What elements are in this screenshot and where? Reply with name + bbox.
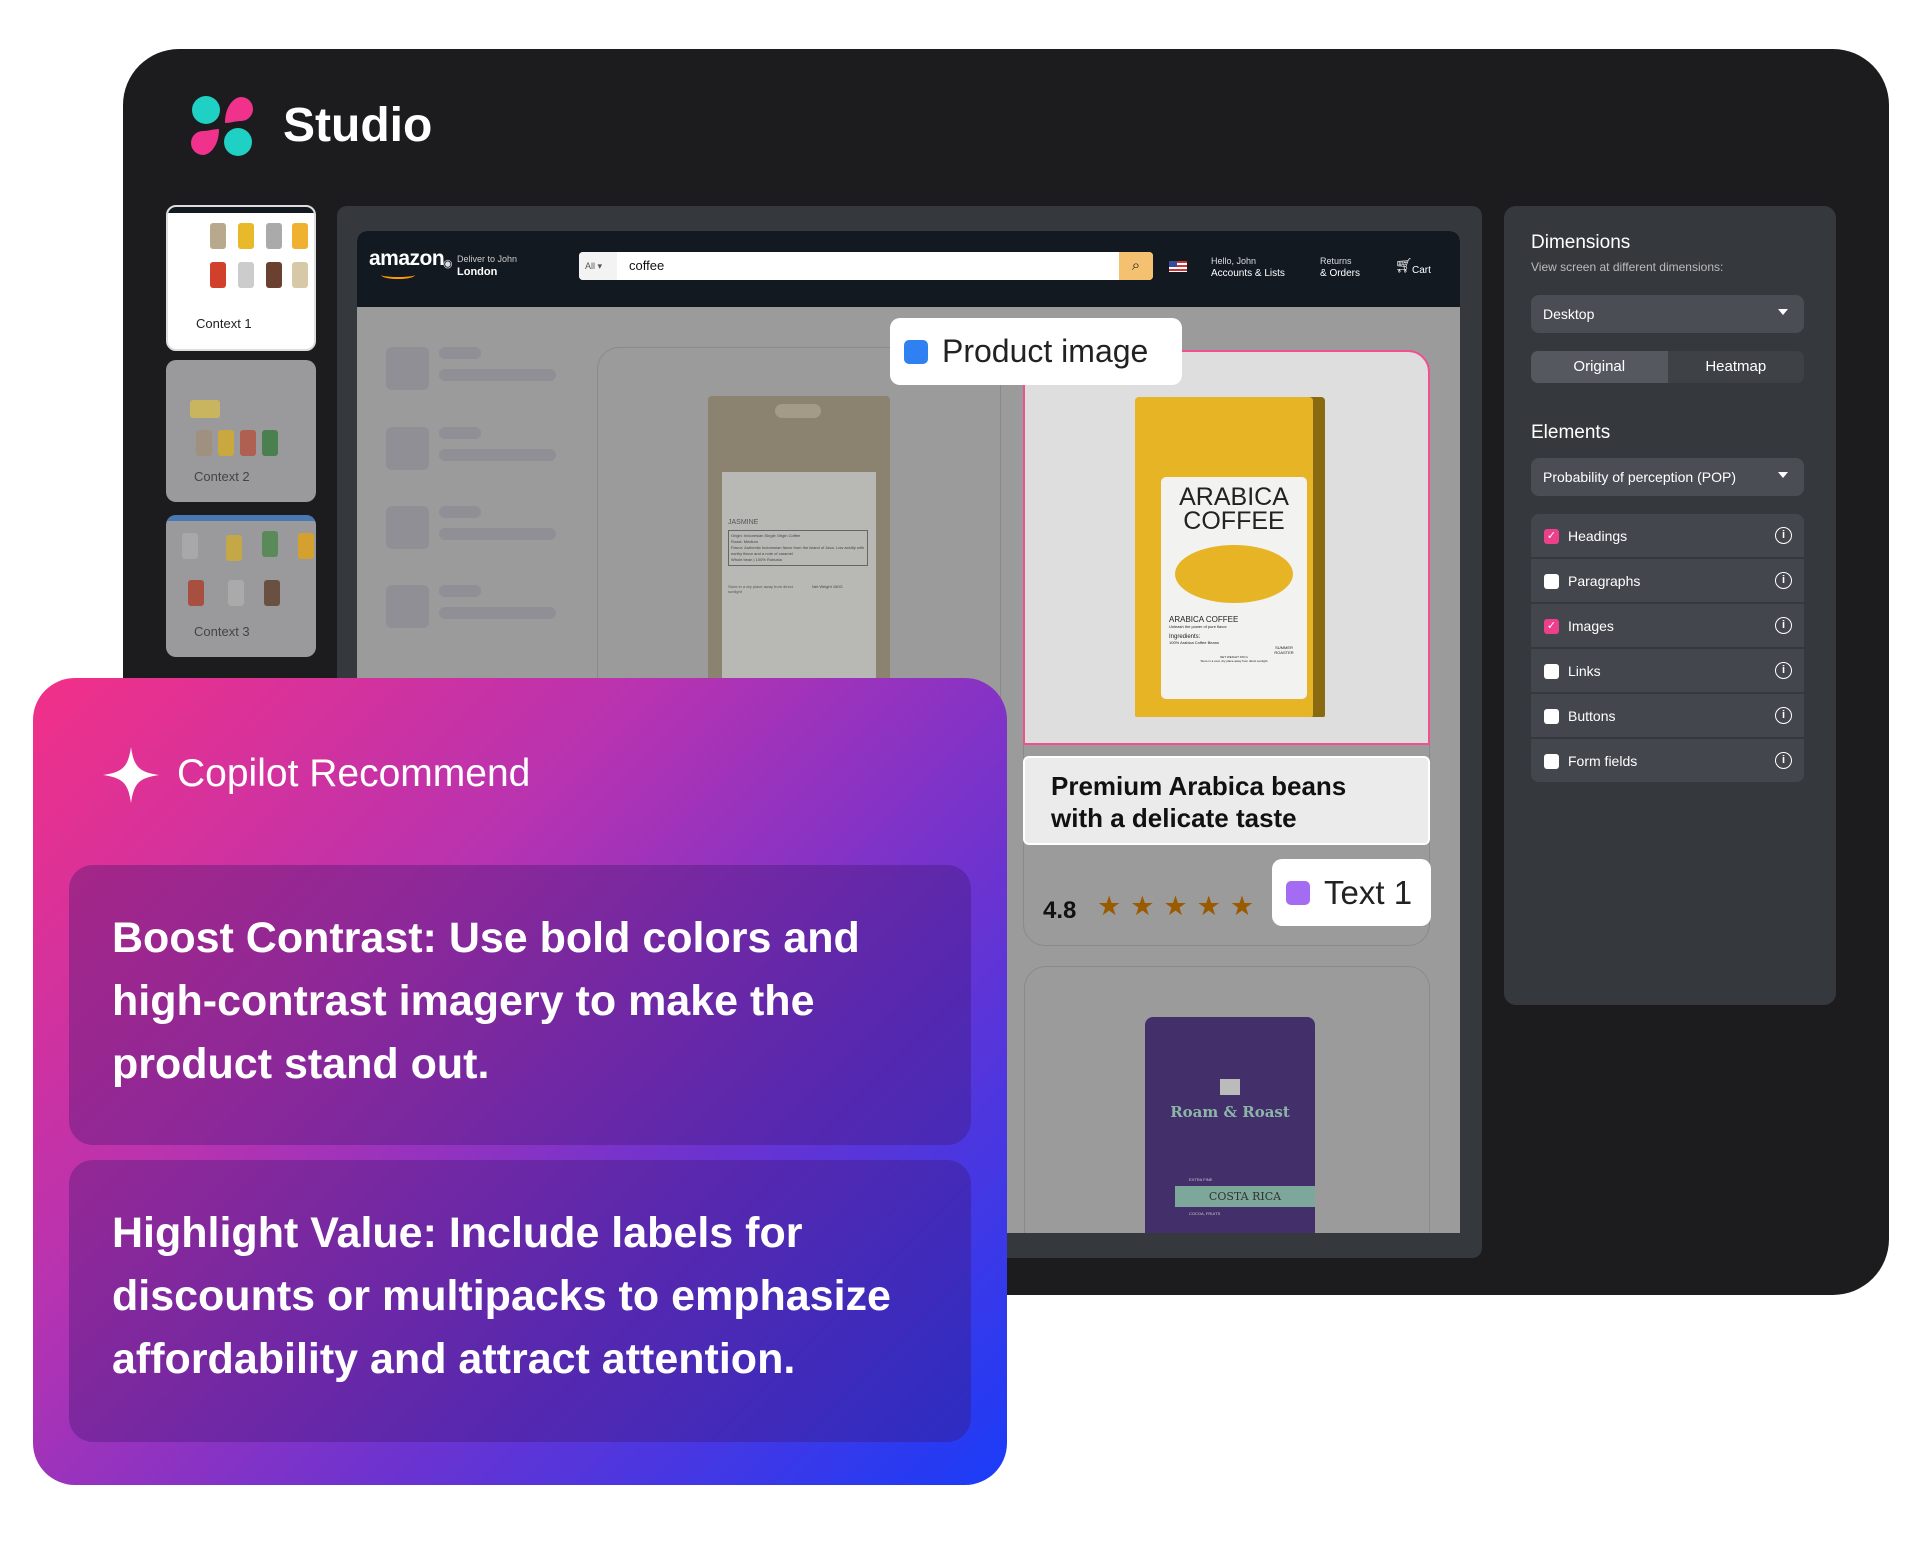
product-card-roast[interactable]: Roam & Roast EXTRA FINE COSTA RICA COCOA…: [1024, 966, 1430, 1233]
context-thumbnail-1[interactable]: Context 1: [166, 205, 316, 351]
info-icon[interactable]: i: [1775, 527, 1792, 544]
recommendation-1: Boost Contrast: Use bold colors and high…: [69, 865, 971, 1145]
product-title[interactable]: Premium Arabica beans with a delicate ta…: [1023, 756, 1430, 845]
rating-stars-icon: ★★★★★: [1097, 891, 1264, 921]
element-row-images[interactable]: ✓ Images i: [1531, 604, 1804, 648]
recommendation-2: Highlight Value: Include labels for disc…: [69, 1160, 971, 1442]
dimensions-heading: Dimensions: [1531, 232, 1631, 253]
checkbox[interactable]: [1544, 709, 1559, 724]
info-icon[interactable]: i: [1775, 752, 1792, 769]
info-icon[interactable]: i: [1775, 617, 1792, 634]
tab-original[interactable]: Original: [1531, 351, 1668, 383]
accounts-lists-link[interactable]: Accounts & Lists: [1211, 268, 1285, 279]
deliver-to-line2[interactable]: London: [457, 266, 497, 278]
copilot-title: Copilot Recommend: [177, 752, 531, 795]
amazon-header: amazon ◉ Deliver to John London All ▾ co…: [357, 231, 1460, 307]
search-icon[interactable]: ⌕: [1119, 252, 1153, 280]
element-row-links[interactable]: Links i: [1531, 649, 1804, 693]
account-greeting[interactable]: Hello, John: [1211, 256, 1256, 266]
amazon-smile-icon: [381, 271, 415, 279]
checkbox[interactable]: [1544, 754, 1559, 769]
location-pin-icon: ◉: [443, 258, 453, 270]
search-category-select[interactable]: All ▾: [579, 252, 617, 280]
product-image-tag: Product image: [890, 318, 1182, 385]
text-tag: Text 1: [1272, 859, 1431, 926]
chevron-down-icon: [1778, 472, 1788, 478]
app-title: Studio: [283, 99, 433, 152]
checkbox[interactable]: [1544, 574, 1559, 589]
info-icon[interactable]: i: [1775, 707, 1792, 724]
studio-logo-icon: [191, 96, 253, 156]
sparkle-icon: [103, 747, 159, 803]
returns-orders-link[interactable]: & Orders: [1320, 268, 1360, 279]
element-row-buttons[interactable]: Buttons i: [1531, 694, 1804, 738]
arabica-product-image[interactable]: ARABICA COFFEE ARABICA COFFEE Unleash th…: [1023, 350, 1430, 745]
element-row-form-fields[interactable]: Form fields i: [1531, 739, 1804, 783]
roast-product-image[interactable]: Roam & Roast EXTRA FINE COSTA RICA COCOA…: [1145, 1017, 1315, 1233]
chevron-down-icon: [1778, 309, 1788, 315]
context-label: Context 3: [194, 624, 250, 639]
copilot-recommend-card: Copilot Recommend Boost Contrast: Use bo…: [33, 678, 1007, 1485]
purple-square-icon: [1286, 880, 1310, 905]
checkbox[interactable]: [1544, 664, 1559, 679]
view-toggle: Original Heatmap: [1531, 351, 1804, 383]
checkbox-checked[interactable]: ✓: [1544, 529, 1559, 544]
returns-line1[interactable]: Returns: [1320, 256, 1352, 266]
us-flag-icon[interactable]: [1169, 261, 1187, 272]
rating-value: 4.8: [1043, 897, 1077, 924]
element-row-paragraphs[interactable]: Paragraphs i: [1531, 559, 1804, 603]
jasmine-product-image[interactable]: JASMINE Origin: Indonesian Single Origin…: [708, 396, 890, 686]
context-label: Context 2: [194, 469, 250, 484]
metric-select[interactable]: Probability of perception (POP): [1531, 458, 1804, 496]
info-icon[interactable]: i: [1775, 572, 1792, 589]
search-input[interactable]: coffee: [629, 258, 664, 273]
device-select[interactable]: Desktop: [1531, 295, 1804, 333]
context-label: Context 1: [196, 316, 252, 331]
tab-heatmap[interactable]: Heatmap: [1668, 351, 1805, 383]
element-row-headings[interactable]: ✓ Headings i: [1531, 514, 1804, 558]
amazon-logo[interactable]: amazon: [369, 247, 445, 271]
dimensions-subtitle: View screen at different dimensions:: [1531, 260, 1724, 274]
settings-panel: Dimensions View screen at different dime…: [1504, 206, 1836, 1005]
context-thumbnail-2[interactable]: Context 2: [166, 360, 316, 502]
elements-heading: Elements: [1531, 422, 1611, 443]
context-thumbnail-3[interactable]: Context 3: [166, 515, 316, 657]
checkbox-checked[interactable]: ✓: [1544, 619, 1559, 634]
info-icon[interactable]: i: [1775, 662, 1792, 679]
cart-link[interactable]: Cart: [1412, 265, 1431, 276]
cart-icon[interactable]: 🛒︎: [1395, 257, 1413, 274]
deliver-to-line1[interactable]: Deliver to John: [457, 254, 517, 264]
search-bar[interactable]: All ▾ coffee ⌕: [579, 252, 1153, 280]
blue-square-icon: [904, 339, 928, 364]
